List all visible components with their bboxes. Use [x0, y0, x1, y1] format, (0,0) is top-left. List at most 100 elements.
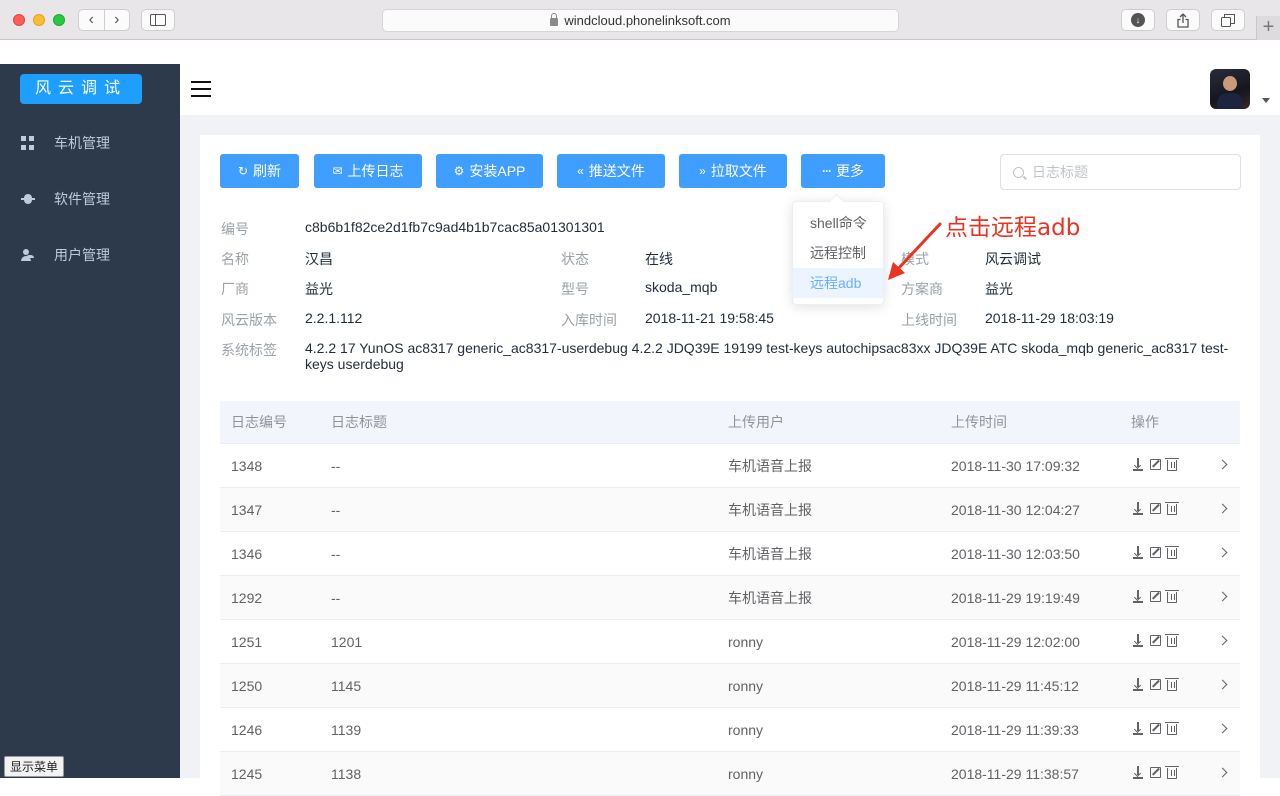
forward-button[interactable]: › — [105, 10, 130, 30]
edit-icon[interactable] — [1150, 591, 1161, 602]
upload-user-cell: ronny — [728, 634, 764, 650]
download-icon[interactable] — [1132, 766, 1144, 779]
mode-label: 模式 — [901, 251, 929, 267]
table-row[interactable]: 1251 1201 ronny 2018-11-29 12:02:00 — [220, 620, 1240, 664]
download-icon[interactable] — [1132, 590, 1144, 603]
table-row[interactable]: 1246 1139 ronny 2018-11-29 11:39:33 — [220, 708, 1240, 752]
hamburger-menu-icon[interactable] — [191, 81, 211, 97]
brand-logo[interactable]: 风云调试 — [20, 74, 142, 104]
download-icon[interactable] — [1132, 502, 1144, 515]
edit-icon[interactable] — [1150, 679, 1161, 690]
download-icon[interactable] — [1132, 722, 1144, 735]
sidebar-item-user-management[interactable]: 用户管理 — [0, 235, 180, 275]
install-app-button[interactable]: ⚙ 安装APP — [436, 154, 543, 188]
delete-icon[interactable] — [1165, 766, 1179, 779]
settings-icon: ⚙ — [453, 164, 465, 178]
caret-down-icon[interactable] — [1262, 98, 1270, 103]
close-window-button[interactable] — [13, 14, 25, 26]
log-search-box[interactable] — [1000, 154, 1241, 190]
delete-icon[interactable] — [1165, 722, 1179, 735]
address-bar[interactable]: windcloud.phonelinksoft.com — [382, 9, 899, 32]
download-icon[interactable] — [1132, 458, 1144, 471]
avatar[interactable] — [1210, 69, 1250, 109]
download-icon[interactable] — [1132, 678, 1144, 691]
annotation-text: 点击远程adb — [945, 215, 1081, 241]
edit-icon[interactable] — [1150, 767, 1161, 778]
delete-icon[interactable] — [1165, 678, 1179, 691]
chevron-right-icon[interactable] — [1217, 547, 1228, 558]
device-version: 2.2.1.112 — [305, 310, 363, 326]
delete-icon[interactable] — [1165, 502, 1179, 515]
sidebar-item-software-management[interactable]: 软件管理 — [0, 179, 180, 219]
tab-overview-button[interactable] — [1211, 9, 1245, 31]
upload-log-button[interactable]: ✉ 上传日志 — [314, 154, 422, 188]
delete-icon[interactable] — [1165, 634, 1179, 647]
more-button[interactable]: ··· 更多 — [801, 154, 885, 188]
download-icon[interactable] — [1132, 546, 1144, 559]
log-title-cell: -- — [331, 502, 341, 518]
back-button[interactable]: ‹ — [79, 10, 105, 30]
chevron-right-icon[interactable] — [1217, 767, 1228, 778]
button-label: 上传日志 — [347, 163, 404, 179]
table-row[interactable]: 1245 1138 ronny 2018-11-29 11:38:57 — [220, 752, 1240, 796]
menu-item-remote-control[interactable]: 远程控制 — [793, 238, 883, 268]
device-vendor: 益光 — [305, 281, 333, 297]
upload-time-cell: 2018-11-30 12:03:50 — [951, 546, 1080, 562]
chevron-right-icon[interactable] — [1217, 459, 1228, 470]
minimize-window-button[interactable] — [33, 14, 45, 26]
push-file-button[interactable]: « 推送文件 — [557, 154, 665, 188]
chevron-right-icon[interactable] — [1217, 591, 1228, 602]
sidebar-item-vehicle-management[interactable]: 车机管理 — [0, 123, 180, 163]
delete-icon[interactable] — [1165, 590, 1179, 603]
log-title-cell: 1138 — [331, 766, 362, 782]
table-row[interactable]: 1346 -- 车机语音上报 2018-11-30 12:03:50 — [220, 532, 1240, 576]
share-button[interactable] — [1166, 9, 1200, 31]
double-right-icon: » — [699, 164, 706, 178]
table-row[interactable]: 1347 -- 车机语音上报 2018-11-30 12:04:27 — [220, 488, 1240, 532]
log-title-cell: -- — [331, 458, 341, 474]
edit-icon[interactable] — [1150, 459, 1161, 470]
more-icon: ··· — [822, 164, 832, 178]
menu-item-shell[interactable]: shell命令 — [793, 208, 883, 238]
row-actions — [1132, 458, 1179, 471]
double-left-icon: « — [577, 164, 584, 178]
row-actions — [1132, 722, 1179, 735]
sidebar-icon — [150, 14, 166, 26]
upload-time-cell: 2018-11-29 19:19:49 — [951, 590, 1080, 606]
log-title-cell: 1145 — [331, 678, 362, 694]
table-row[interactable]: 1250 1145 ronny 2018-11-29 11:45:12 — [220, 664, 1240, 708]
col-actions: 操作 — [1131, 414, 1159, 430]
download-icon: ↓ — [1131, 13, 1145, 27]
downloads-button[interactable]: ↓ — [1121, 9, 1155, 31]
delete-icon[interactable] — [1165, 458, 1179, 471]
search-input[interactable] — [1032, 164, 1222, 180]
chevron-right-icon[interactable] — [1217, 679, 1228, 690]
download-icon[interactable] — [1132, 634, 1144, 647]
button-label: 拉取文件 — [710, 163, 767, 179]
button-label: 安装APP — [469, 163, 526, 179]
pull-file-button[interactable]: » 拉取文件 — [679, 154, 787, 188]
chevron-right-icon[interactable] — [1217, 635, 1228, 646]
edit-icon[interactable] — [1150, 547, 1161, 558]
upload-time-cell: 2018-11-30 12:04:27 — [951, 502, 1080, 518]
refresh-button[interactable]: ↻ 刷新 — [220, 154, 299, 188]
upload-user-cell: ronny — [728, 678, 764, 694]
upload-time-cell: 2018-11-29 11:45:12 — [951, 678, 1079, 694]
edit-icon[interactable] — [1150, 635, 1161, 646]
table-row[interactable]: 1348 -- 车机语音上报 2018-11-30 17:09:32 — [220, 444, 1240, 488]
show-menu-button[interactable]: 显示菜单 — [4, 756, 65, 777]
log-id-cell: 1346 — [231, 546, 263, 562]
edit-icon[interactable] — [1150, 723, 1161, 734]
zoom-window-button[interactable] — [53, 14, 65, 26]
log-title-cell: 1201 — [331, 634, 363, 650]
sidebar-toggle-button[interactable] — [141, 9, 175, 31]
refresh-icon: ↻ — [237, 164, 249, 178]
chevron-right-icon[interactable] — [1217, 503, 1228, 514]
nav-buttons: ‹ › — [78, 9, 130, 31]
new-tab-button[interactable]: + — [1256, 16, 1280, 40]
delete-icon[interactable] — [1165, 546, 1179, 559]
table-row[interactable]: 1292 -- 车机语音上报 2018-11-29 19:19:49 — [220, 576, 1240, 620]
edit-icon[interactable] — [1150, 503, 1161, 514]
chevron-right-icon[interactable] — [1217, 723, 1228, 734]
menu-item-remote-adb[interactable]: 远程adb — [793, 268, 883, 298]
